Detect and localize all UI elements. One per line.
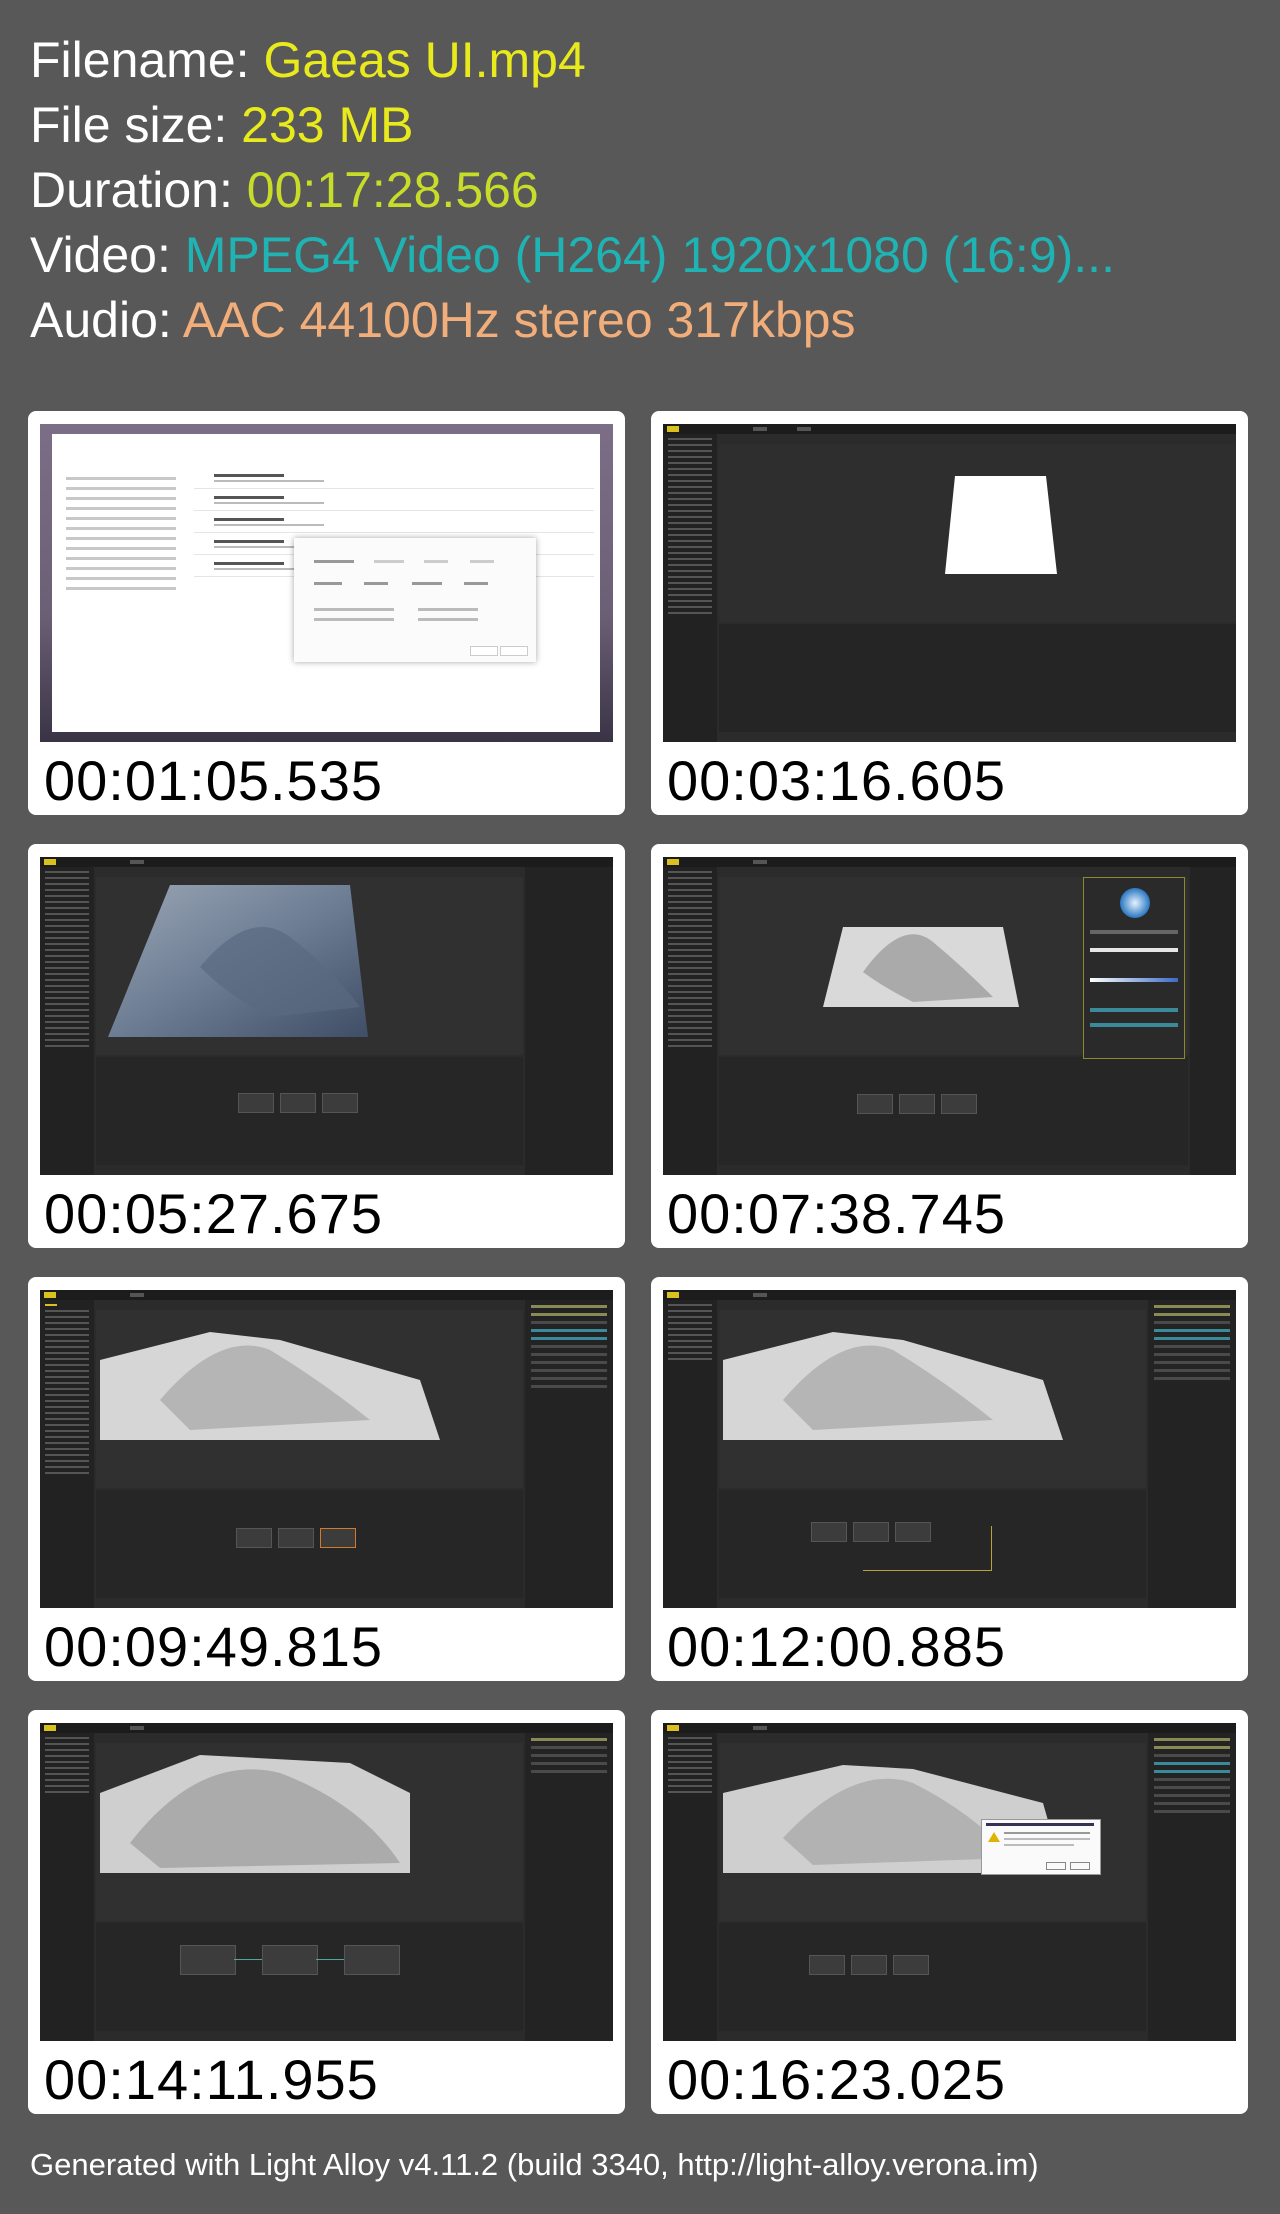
filesize-value: 233 MB: [241, 97, 414, 153]
thumbnail-card[interactable]: 00:05:27.675: [28, 844, 625, 1248]
video-frame: [663, 1290, 1236, 1608]
video-value: MPEG4 Video (H264) 1920x1080 (16:9)...: [184, 227, 1115, 283]
terrain-plane: [945, 476, 1057, 574]
filename-label: Filename:: [30, 32, 250, 88]
thumbnail-card[interactable]: 00:16:23.025: [651, 1710, 1248, 2114]
filesize-label: File size:: [30, 97, 228, 153]
duration-value: 00:17:28.566: [246, 162, 539, 218]
video-frame: [40, 1290, 613, 1608]
timestamp: 00:12:00.885: [667, 1615, 1006, 1678]
filename-value: Gaeas UI.mp4: [263, 32, 586, 88]
thumbnail-grid: 00:01:05.535 00:03:16.605 00:05:27.675 0…: [28, 411, 1248, 2114]
video-frame: [663, 1723, 1236, 2041]
confirm-dialog-frame: [981, 1819, 1101, 1875]
video-frame: [40, 1723, 613, 2041]
audio-row: Audio: AAC 44100Hz stereo 317kbps: [30, 288, 1115, 353]
duration-label: Duration:: [30, 162, 233, 218]
filesize-row: File size: 233 MB: [30, 93, 1115, 158]
thumbnail-card[interactable]: 00:01:05.535: [28, 411, 625, 815]
duration-row: Duration: 00:17:28.566: [30, 158, 1115, 223]
timestamp: 00:07:38.745: [667, 1182, 1006, 1245]
video-frame: [40, 857, 613, 1175]
video-row: Video: MPEG4 Video (H264) 1920x1080 (16:…: [30, 223, 1115, 288]
footer-credit: Generated with Light Alloy v4.11.2 (buil…: [30, 2147, 1039, 2182]
file-info: Filename: Gaeas UI.mp4 File size: 233 MB…: [30, 28, 1115, 353]
thumbnail-card[interactable]: 00:09:49.815: [28, 1277, 625, 1681]
thumbnail-card[interactable]: 00:03:16.605: [651, 411, 1248, 815]
thumbnail-card[interactable]: 00:14:11.955: [28, 1710, 625, 2114]
video-frame: [40, 424, 613, 742]
settings-modal-frame: [294, 538, 536, 662]
timestamp: 00:01:05.535: [44, 749, 383, 812]
audio-value: AAC 44100Hz stereo 317kbps: [182, 292, 856, 348]
timestamp: 00:09:49.815: [44, 1615, 383, 1678]
terrain-mesh: [823, 927, 1019, 1007]
timestamp: 00:05:27.675: [44, 1182, 383, 1245]
timestamp: 00:14:11.955: [44, 2048, 379, 2111]
filename-row: Filename: Gaeas UI.mp4: [30, 28, 1115, 93]
terrain-mesh: [108, 885, 368, 1037]
timestamp: 00:16:23.025: [667, 2048, 1006, 2111]
start-dialog-frame: [52, 434, 600, 732]
timestamp: 00:03:16.605: [667, 749, 1006, 812]
audio-label: Audio:: [30, 292, 172, 348]
terrain-mesh: [100, 1332, 440, 1440]
terrain-mesh: [100, 1755, 410, 1873]
video-frame: [663, 857, 1236, 1175]
terrain-mesh: [723, 1765, 1063, 1873]
video-frame: [663, 424, 1236, 742]
thumbnail-card[interactable]: 00:07:38.745: [651, 844, 1248, 1248]
thumbnail-card[interactable]: 00:12:00.885: [651, 1277, 1248, 1681]
video-label: Video:: [30, 227, 171, 283]
